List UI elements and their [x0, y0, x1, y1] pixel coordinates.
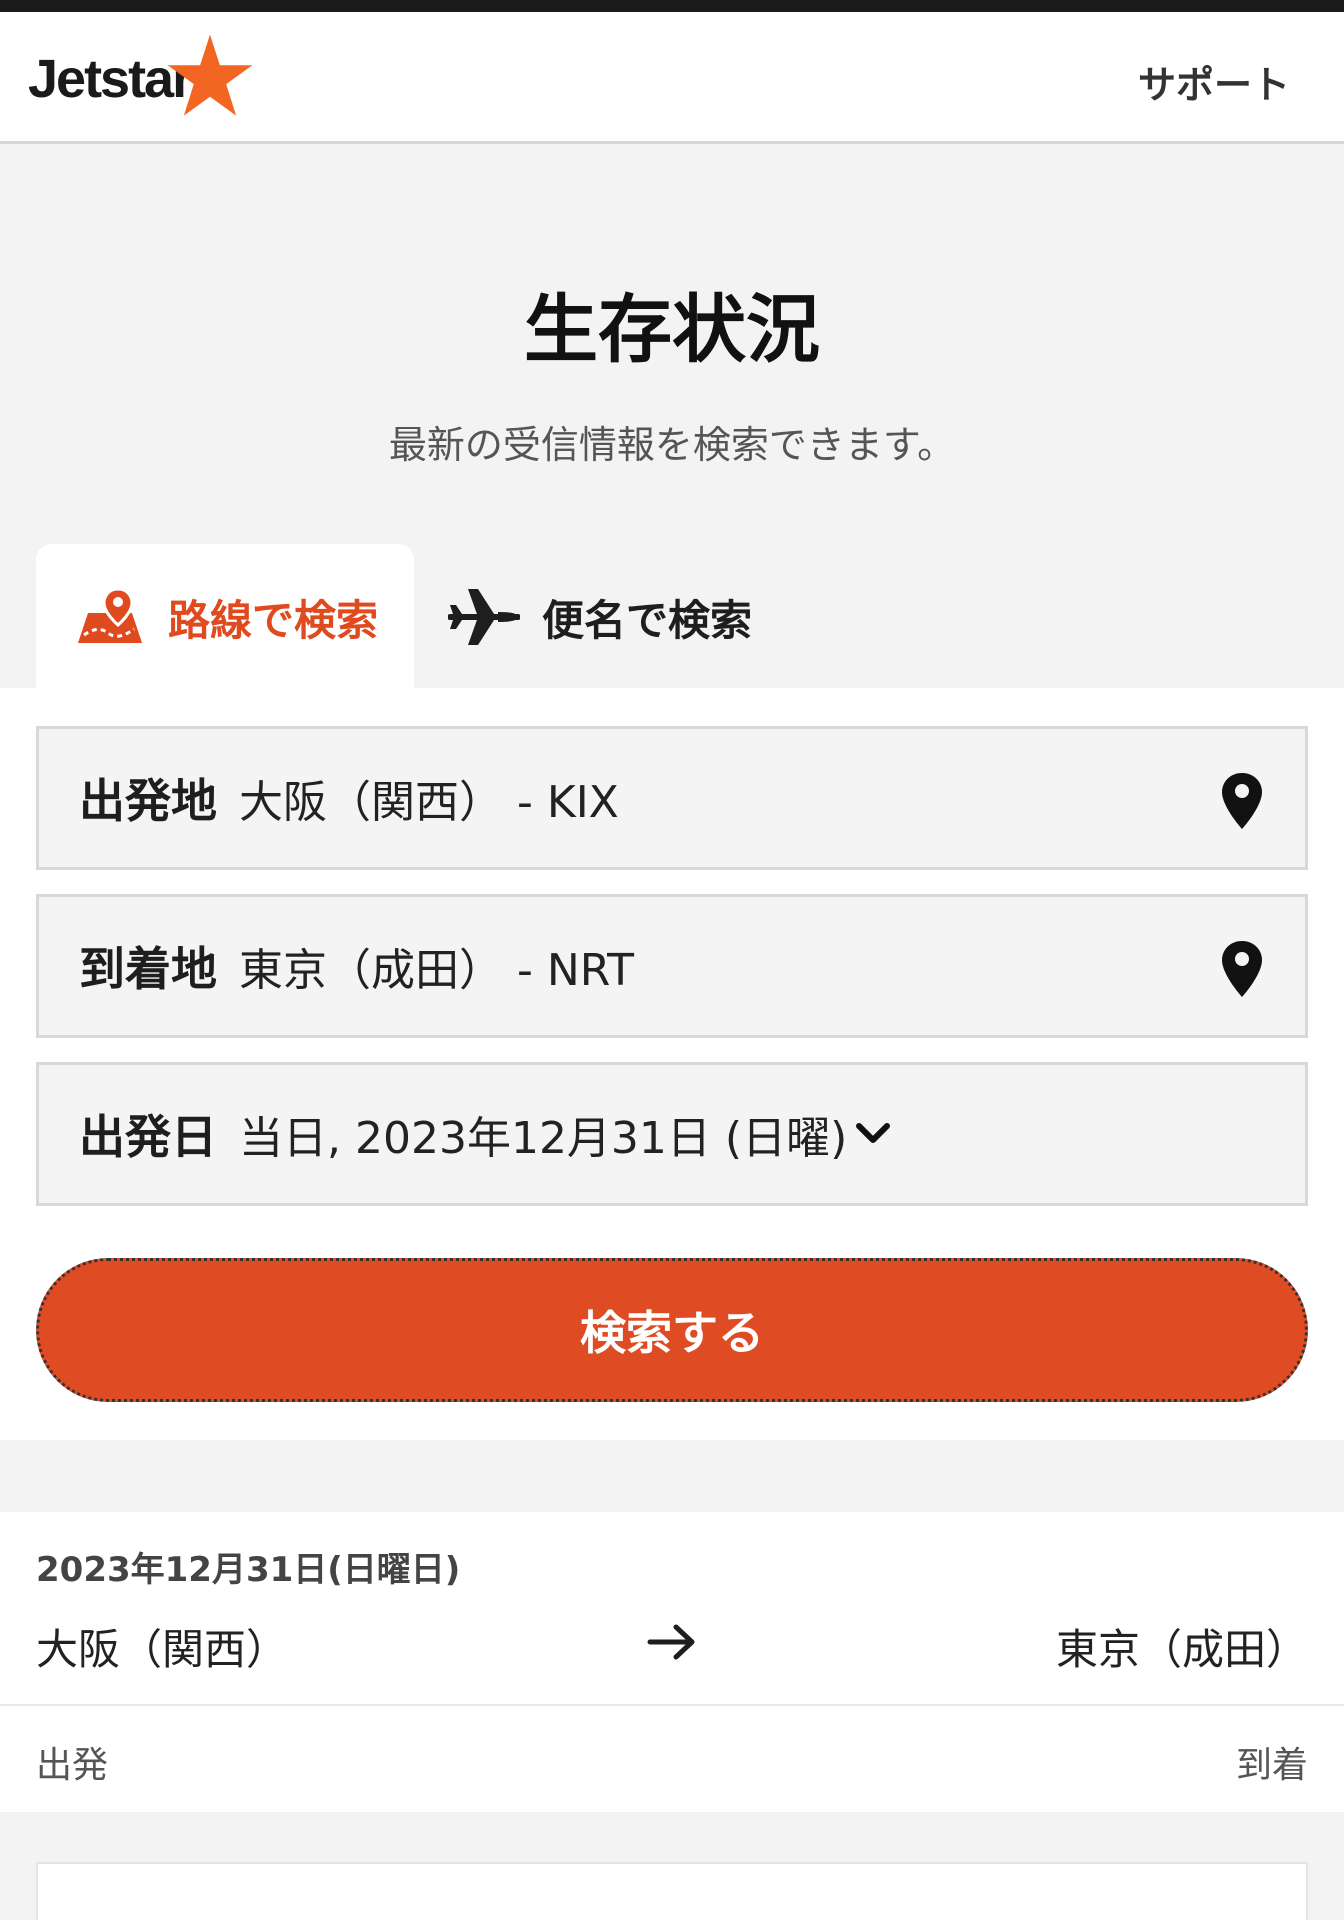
next-result-card[interactable] — [36, 1862, 1308, 1920]
divider — [0, 1704, 1344, 1706]
origin-label: 出発地 — [79, 774, 217, 828]
page-title: 生存状況 — [524, 287, 820, 373]
arrive-label: 到着 — [1235, 1745, 1308, 1786]
top-strip — [0, 0, 1344, 12]
date-value: 当日, 2023年12月31日 (日曜) — [239, 1113, 848, 1164]
departure-date-select[interactable]: 出発日 当日, 2023年12月31日 (日曜) — [36, 1062, 1308, 1206]
destination-label: 到着地 — [79, 942, 217, 996]
search-button[interactable]: 検索する — [36, 1258, 1308, 1402]
tab-label: 便名で検索 — [542, 595, 753, 645]
tab-label: 路線で検索 — [168, 595, 379, 645]
date-label: 出発日 — [79, 1110, 217, 1164]
airplane-icon — [448, 589, 520, 645]
destination-field[interactable]: 到着地 東京（成田） - NRT — [36, 894, 1308, 1038]
depart-label: 出発 — [36, 1745, 109, 1786]
origin-field[interactable]: 出発地 大阪（関西） - KIX — [36, 726, 1308, 870]
arrow-right-icon — [647, 1624, 695, 1660]
jetstar-logo[interactable]: Jetstar — [28, 34, 255, 124]
result-date: 2023年12月31日(日曜日) — [36, 1550, 461, 1590]
chevron-down-icon — [856, 1123, 891, 1143]
destination-value: 東京（成田） - NRT — [239, 945, 635, 996]
location-pin-icon — [1222, 941, 1262, 997]
support-link[interactable]: サポート — [1138, 54, 1290, 109]
route-destination: 東京（成田） — [1055, 1625, 1308, 1674]
star-icon — [167, 34, 253, 116]
origin-value: 大阪（関西） - KIX — [239, 777, 619, 828]
location-pin-icon — [1222, 773, 1262, 829]
site-header: Jetstar サポート — [0, 12, 1344, 144]
map-pin-icon — [78, 587, 142, 643]
page-subtitle: 最新の受信情報を検索できます。 — [388, 423, 956, 467]
result-card[interactable]: 2023年12月31日(日曜日) 大阪（関西） 東京（成田） 出発 到着 — [0, 1512, 1344, 1812]
tab-search-by-route[interactable]: 路線で検索 — [36, 544, 414, 690]
tab-search-by-flight[interactable]: 便名で検索 — [444, 544, 864, 690]
route-origin: 大阪（関西） — [36, 1625, 289, 1674]
